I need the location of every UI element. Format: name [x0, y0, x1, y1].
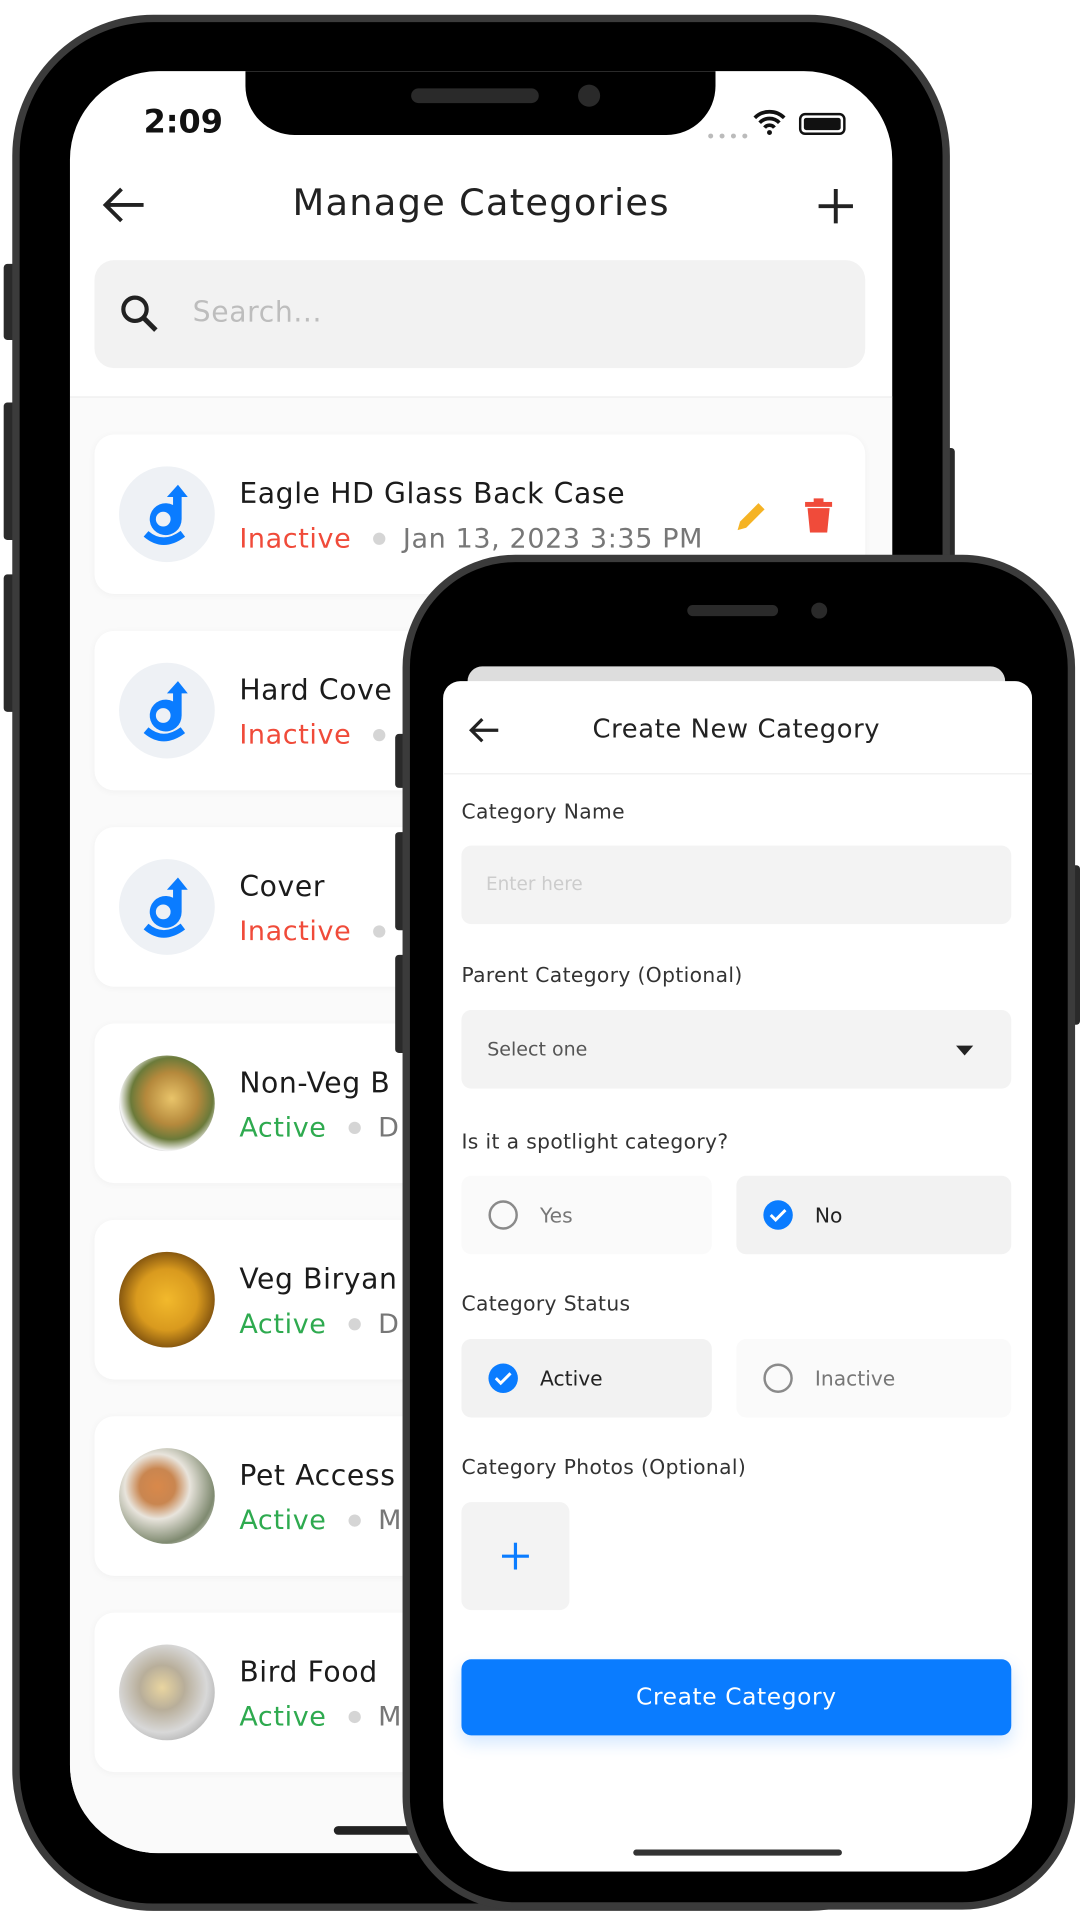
- camera: [811, 602, 828, 619]
- separator-dot: [373, 924, 386, 938]
- category-date: M: [378, 1702, 402, 1733]
- option-label: Active: [539, 1366, 603, 1390]
- category-photo: [119, 1448, 215, 1544]
- radio-checked-icon: [488, 1363, 518, 1393]
- category-name-label: Category Name: [461, 800, 625, 824]
- option-label: Yes: [539, 1203, 573, 1227]
- parent-category-label: Parent Category (Optional): [461, 963, 743, 987]
- category-photo: [119, 1055, 215, 1152]
- status-badge: Inactive: [239, 524, 352, 555]
- radio-unchecked-icon: [488, 1200, 518, 1230]
- category-date: D: [378, 1309, 400, 1341]
- speaker: [687, 605, 779, 617]
- brand-logo-icon: [143, 877, 188, 938]
- separator-dot: [348, 1710, 361, 1723]
- wifi-icon: [753, 109, 786, 135]
- category-date: Jan 13, 2023 3:35 PM: [402, 524, 704, 555]
- separator-dot: [348, 1121, 361, 1134]
- status-badge: Active: [239, 1309, 327, 1341]
- category-name: Hard Cove: [239, 674, 393, 707]
- category-photo: [119, 1644, 215, 1741]
- spotlight-yes-radio[interactable]: Yes: [461, 1175, 712, 1255]
- search-input[interactable]: Search...: [94, 260, 866, 369]
- speaker: [411, 88, 539, 104]
- separator-dot: [373, 728, 386, 741]
- battery-icon: [798, 112, 846, 135]
- caret-down-icon: [956, 1045, 974, 1056]
- search-icon: [121, 295, 158, 332]
- status-badge: Active: [239, 1505, 327, 1537]
- divider: [443, 773, 1033, 775]
- status-inactive-radio[interactable]: Inactive: [736, 1338, 1012, 1418]
- category-name: Pet Access: [239, 1460, 396, 1493]
- status-active-radio[interactable]: Active: [461, 1338, 712, 1418]
- option-label: Inactive: [814, 1366, 896, 1390]
- signal-icon: ••••: [705, 127, 752, 148]
- status-badge: Inactive: [239, 720, 352, 752]
- separator-dot: [373, 532, 386, 545]
- radio-checked-icon: [763, 1200, 793, 1230]
- search-placeholder: Search...: [192, 296, 323, 329]
- create-category-button[interactable]: Create Category: [461, 1659, 1012, 1736]
- category-date: M: [378, 1505, 402, 1537]
- status-time: 2:09: [143, 104, 223, 142]
- radio-unchecked-icon: [763, 1363, 793, 1393]
- delete-icon[interactable]: [804, 498, 833, 533]
- sheet-title: Create New Category: [592, 714, 881, 744]
- home-indicator: [633, 1849, 842, 1856]
- separator-dot: [348, 1317, 361, 1330]
- category-name: Veg Biryan: [239, 1264, 398, 1296]
- category-name-input[interactable]: Enter here: [461, 845, 1012, 925]
- status-badge: Inactive: [239, 916, 352, 948]
- edit-icon[interactable]: [733, 498, 770, 535]
- plus-icon: [501, 1542, 529, 1570]
- page-title: Manage Categories: [292, 181, 670, 225]
- notch: [245, 71, 716, 135]
- plus-icon[interactable]: [816, 187, 855, 226]
- category-name: Bird Food: [239, 1656, 378, 1689]
- separator-dot: [348, 1513, 361, 1527]
- option-label: No: [814, 1203, 843, 1227]
- spotlight-label: Is it a spotlight category?: [461, 1130, 729, 1154]
- brand-logo-icon: [143, 484, 188, 545]
- category-avatar: [119, 859, 215, 955]
- parent-category-value: Select one: [487, 1038, 588, 1061]
- category-name: Cover: [239, 871, 326, 904]
- category-status-label: Category Status: [461, 1292, 631, 1316]
- brand-logo-icon: [143, 681, 188, 742]
- category-date: D: [378, 1113, 400, 1144]
- category-name: Eagle HD Glass Back Case: [239, 478, 626, 511]
- camera: [578, 84, 601, 107]
- category-name: Non-Veg B: [239, 1067, 391, 1100]
- create-category-screen: Create New Category Category Name Enter …: [443, 595, 1033, 1872]
- notch: [570, 595, 903, 642]
- category-avatar: [119, 662, 215, 759]
- status-badge: Active: [239, 1113, 327, 1144]
- spotlight-no-radio[interactable]: No: [736, 1175, 1012, 1255]
- create-category-sheet: Create New Category Category Name Enter …: [443, 681, 1033, 1872]
- category-photo: [119, 1251, 215, 1348]
- category-name-placeholder: Enter here: [485, 872, 583, 895]
- category-photos-label: Category Photos (Optional): [461, 1455, 747, 1479]
- status-badge: Active: [239, 1702, 327, 1733]
- parent-category-select[interactable]: Select one: [461, 1010, 1012, 1089]
- add-photo-button[interactable]: [461, 1502, 570, 1611]
- category-avatar: [119, 466, 215, 563]
